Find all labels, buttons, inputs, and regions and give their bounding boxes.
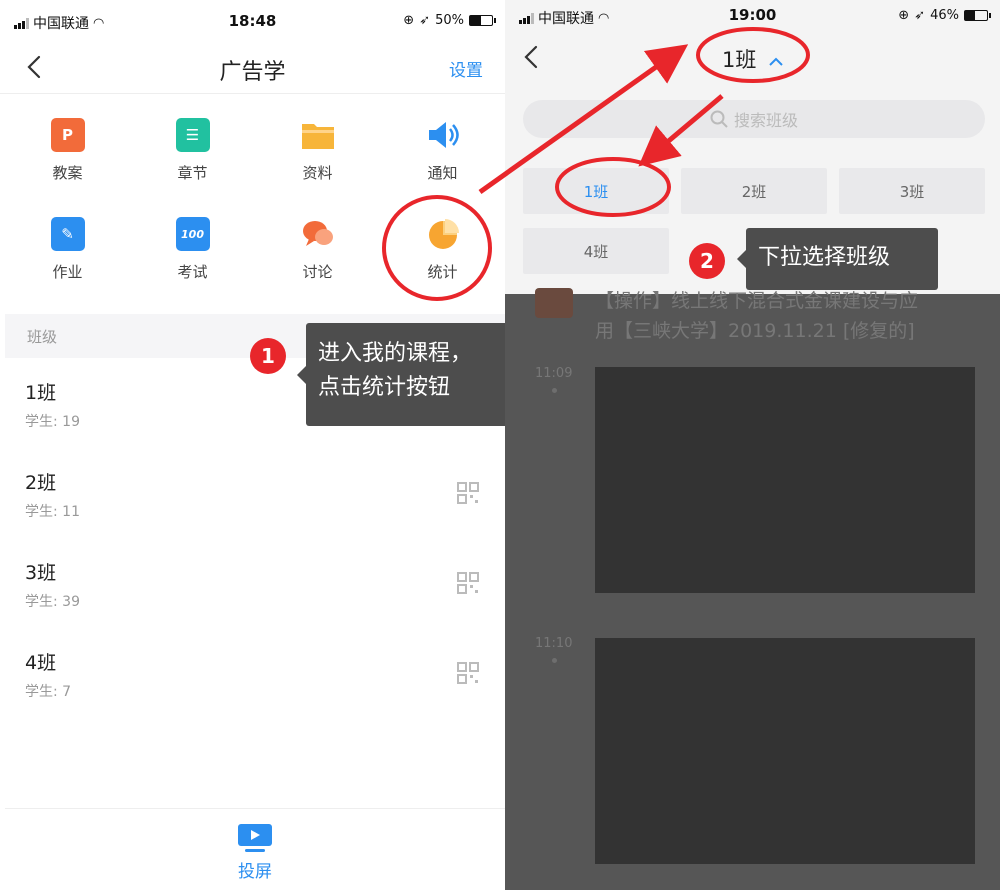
class-chip[interactable]: 4班 xyxy=(523,228,669,274)
qr-code-icon[interactable] xyxy=(457,482,479,504)
status-bar: 中国联通 ◠ 18:48 ⊕ ➶ 50% xyxy=(0,0,505,42)
status-right: ⊕ ➶ 46% xyxy=(898,8,991,23)
cast-screen-icon xyxy=(238,824,272,852)
chip-highlight-circle xyxy=(555,157,671,217)
feature-label: 通知 xyxy=(427,164,458,182)
timestamp: 11:09 xyxy=(535,366,573,381)
class-student-count: 学生: 7 xyxy=(25,684,72,700)
cast-screen-label: 投屏 xyxy=(238,862,272,882)
class-chip[interactable]: 2班 xyxy=(681,168,827,214)
battery-icon xyxy=(964,10,991,21)
feature-materials[interactable]: 资料 xyxy=(255,118,380,183)
feature-label: 作业 xyxy=(52,263,83,281)
feature-label: 章节 xyxy=(177,164,208,182)
class-student-count: 学生: 39 xyxy=(25,594,80,610)
search-icon xyxy=(710,110,728,128)
step-1-tooltip: 进入我的课程， 点击统计按钮 xyxy=(297,323,505,426)
cast-screen-button[interactable]: 投屏 xyxy=(237,823,273,882)
settings-button[interactable]: 设置 xyxy=(449,56,483,81)
feature-label: 考试 xyxy=(177,263,208,281)
tooltip-line: 进入我的课程， xyxy=(318,341,473,366)
activity-card xyxy=(595,638,975,864)
folder-icon xyxy=(301,124,334,149)
faded-activity-title: 【操作】线上线下混合式金课建设与应 用【三峡大学】2019.11.21 [修复的… xyxy=(595,286,918,347)
qr-code-icon[interactable] xyxy=(457,572,479,594)
statistics-highlight-circle xyxy=(382,195,492,301)
dimmed-content-overlay[interactable]: 【操作】线上线下混合式金课建设与应 用【三峡大学】2019.11.21 [修复的… xyxy=(505,288,1000,890)
location-arrow-icon: ➶ xyxy=(914,8,926,23)
status-right: ⊕ ➶ 50% xyxy=(403,13,496,28)
battery-percent: 46% xyxy=(930,8,959,23)
class-name: 3班 xyxy=(25,562,57,584)
faded-line: 【操作】线上线下混合式金课建设与应 xyxy=(595,290,919,312)
feature-label: 资料 xyxy=(302,164,333,182)
location-lock-icon: ⊕ xyxy=(403,13,415,28)
statistics-screen: 中国联通 ◠ 19:00 ⊕ ➶ 46% 1班 搜索班级 1班 2班 3班 4班… xyxy=(505,0,1000,890)
class-student-count: 学生: 11 xyxy=(25,504,80,520)
class-name: 2班 xyxy=(25,472,57,494)
speaker-icon xyxy=(428,122,459,148)
class-name: 4班 xyxy=(25,652,57,674)
timeline-dot xyxy=(552,388,557,393)
feature-lesson-plan[interactable]: P 教案 xyxy=(5,118,130,183)
faded-line: 用【三峡大学】2019.11.21 [修复的] xyxy=(595,320,915,343)
step-badge-1: 1 xyxy=(250,338,286,374)
bottom-bar: 投屏 xyxy=(5,808,505,890)
feature-homework[interactable]: ✎ 作业 xyxy=(5,217,130,282)
ppt-thumbnail-icon xyxy=(535,288,573,318)
qr-code-icon[interactable] xyxy=(457,662,479,684)
homework-icon: ✎ xyxy=(50,217,85,251)
class-search-input[interactable]: 搜索班级 xyxy=(523,100,985,138)
class-row[interactable]: 3班 学生: 39 xyxy=(5,538,505,628)
feature-notice[interactable]: 通知 xyxy=(380,118,505,183)
battery-percent: 50% xyxy=(435,13,464,28)
class-row[interactable]: 4班 学生: 7 xyxy=(5,628,505,718)
step-badge-2: 2 xyxy=(689,243,725,279)
feature-label: 讨论 xyxy=(302,263,333,281)
step-2-tooltip: 下拉选择班级 xyxy=(737,228,938,290)
feature-label: 教案 xyxy=(52,164,83,182)
list-icon: ☰ xyxy=(175,118,210,152)
nav-bar: 广告学 设置 xyxy=(0,42,505,94)
battery-icon xyxy=(469,15,496,26)
location-lock-icon: ⊕ xyxy=(898,8,910,23)
location-arrow-icon: ➶ xyxy=(419,13,431,28)
exam-icon: 100 xyxy=(175,217,210,251)
timeline-dot xyxy=(552,658,557,663)
timestamp: 11:10 xyxy=(535,636,573,651)
class-chip[interactable]: 3班 xyxy=(839,168,985,214)
activity-card xyxy=(595,367,975,593)
tooltip-line: 点击统计按钮 xyxy=(318,375,451,401)
feature-chapters[interactable]: ☰ 章节 xyxy=(130,118,255,183)
class-row[interactable]: 2班 学生: 11 xyxy=(5,448,505,538)
discussion-icon xyxy=(302,221,333,246)
feature-exam[interactable]: 100 考试 xyxy=(130,217,255,282)
ppt-icon: P xyxy=(50,118,85,152)
feature-discussion[interactable]: 讨论 xyxy=(255,217,380,282)
dropdown-highlight-circle xyxy=(696,27,810,83)
page-title: 广告学 xyxy=(219,60,286,85)
course-screen: 中国联通 ◠ 18:48 ⊕ ➶ 50% 广告学 设置 P 教案 ☰ 章节 资料 xyxy=(0,0,505,890)
search-placeholder: 搜索班级 xyxy=(733,111,798,130)
